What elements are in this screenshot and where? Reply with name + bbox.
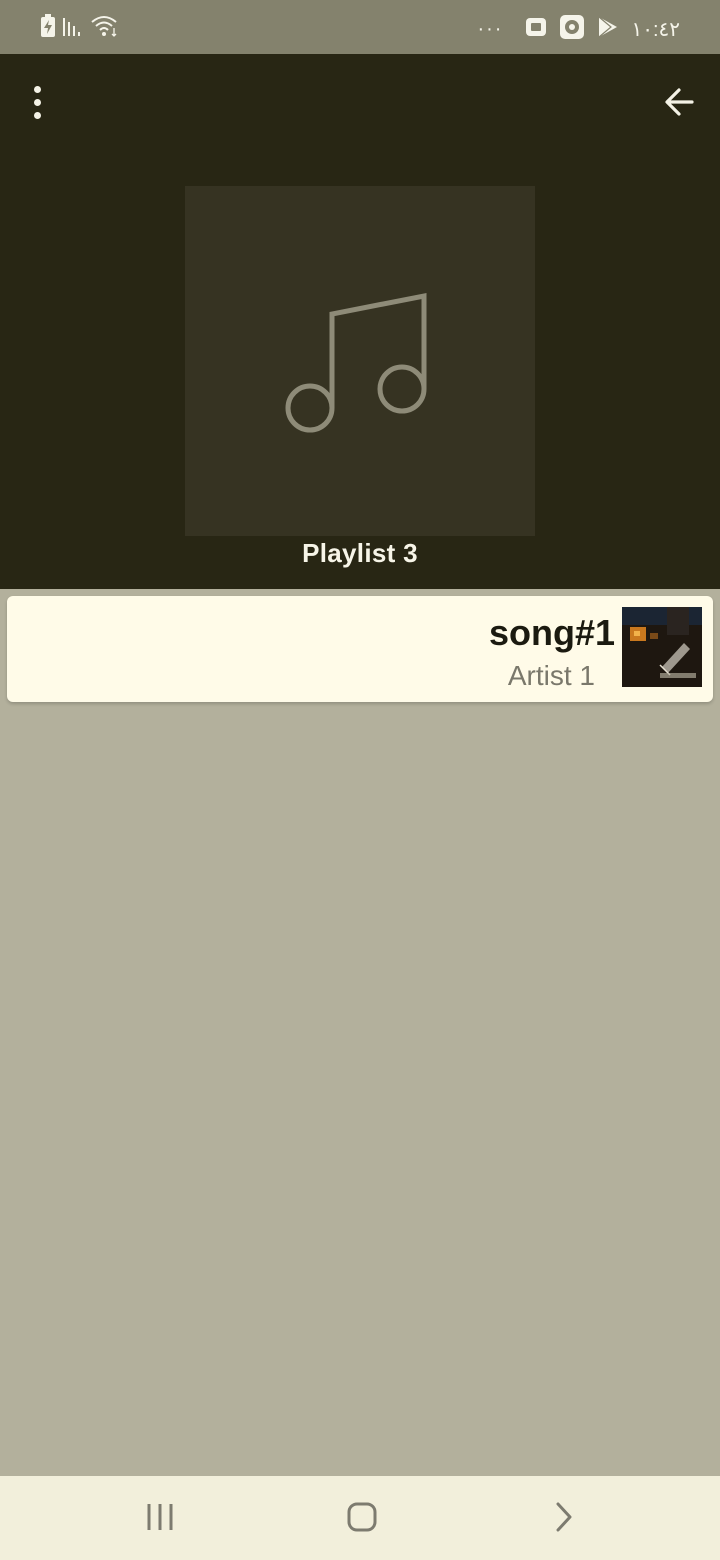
playlist-header: Playlist 3 xyxy=(0,54,720,589)
status-left-icons xyxy=(40,14,120,43)
nav-back-button[interactable] xyxy=(542,1496,586,1540)
status-right-icons: ··· ١٠:٤٢ xyxy=(477,14,680,45)
home-icon xyxy=(347,1502,377,1532)
home-button[interactable] xyxy=(340,1496,384,1540)
recent-apps-button[interactable] xyxy=(138,1496,182,1540)
status-time: ١٠:٤٢ xyxy=(631,19,680,41)
playlist-cover xyxy=(185,186,535,536)
system-nav-bar xyxy=(0,1476,720,1560)
more-vert-icon xyxy=(33,85,41,93)
song-title: song#1 xyxy=(488,612,615,653)
music-note-icon xyxy=(285,292,427,433)
more-vert-dot xyxy=(33,98,41,106)
status-bar: ··· ١٠:٤٢ xyxy=(0,0,720,54)
play-store-icon xyxy=(597,15,619,44)
album-art-thumbnail xyxy=(622,607,702,687)
song-artist: Artist 1 xyxy=(507,660,595,691)
battery-charging-icon xyxy=(40,14,56,43)
playlist-title: Playlist 3 xyxy=(302,538,418,568)
wifi-icon xyxy=(90,14,120,43)
status-overflow-dots: ··· xyxy=(477,18,504,40)
back-button[interactable] xyxy=(662,82,698,122)
song-list-item[interactable]: song#1 Artist 1 xyxy=(7,596,713,702)
song-list: song#1 Artist 1 xyxy=(7,596,713,702)
signal-icon xyxy=(62,14,84,43)
nav-back-icon xyxy=(556,1502,572,1532)
youtube-notification-icon xyxy=(525,16,547,43)
arrow-back-icon xyxy=(665,88,694,116)
more-options-button[interactable] xyxy=(22,84,52,120)
recent-apps-icon xyxy=(147,1504,173,1530)
app-notification-icon xyxy=(559,14,585,45)
more-vert-dot xyxy=(33,111,41,119)
